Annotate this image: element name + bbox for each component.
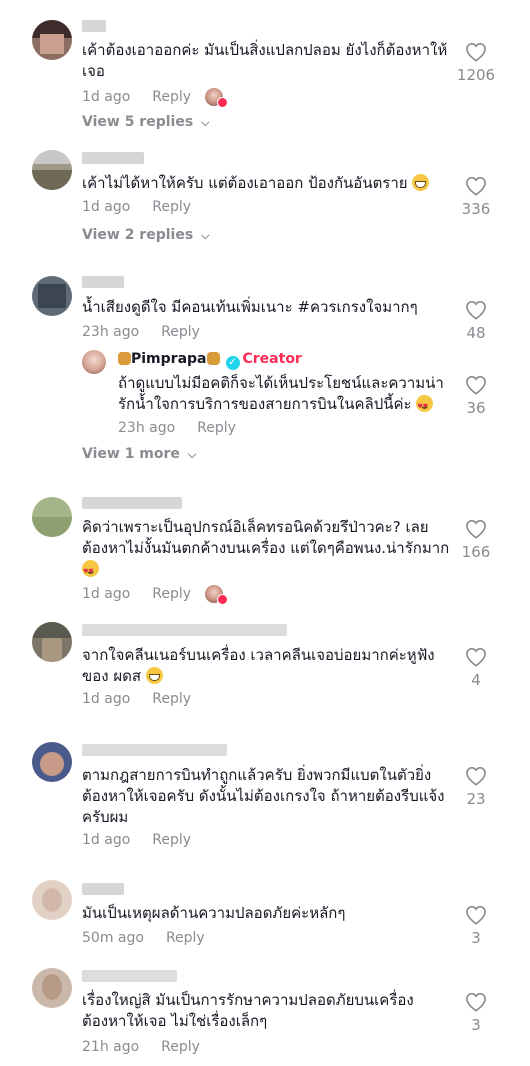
like-count: 3 [471, 929, 481, 947]
username-blurred[interactable] [82, 744, 227, 756]
like-button[interactable]: 23 [446, 766, 506, 808]
reply-button[interactable]: Reply [166, 930, 205, 946]
creator-badge: Creator [242, 351, 302, 367]
like-count: 4 [471, 671, 481, 689]
reply-button[interactable]: Reply [152, 89, 191, 105]
comment-time: 1d ago [82, 691, 131, 707]
heart-outline-icon [466, 375, 486, 395]
reply-button[interactable]: Reply [152, 832, 191, 848]
comment-time: 21h ago [82, 1039, 140, 1055]
like-count: 23 [466, 790, 486, 808]
grinning-sweat-emoji [412, 174, 430, 191]
username-blurred[interactable] [82, 970, 177, 982]
avatar[interactable] [32, 742, 72, 782]
view-more-button[interactable]: View 1 more ⌵ [82, 446, 196, 462]
comment-time: 1d ago [82, 586, 131, 602]
avatar[interactable] [32, 968, 72, 1008]
like-count: 166 [461, 543, 491, 561]
like-button[interactable]: 4 [446, 647, 506, 689]
comment-text: เค้าไม่ได้หาให้ครับ แต่ต้องเอาออก ป้องกั… [82, 173, 457, 194]
comment-text: เรื่องใหญ่สิ มันเป็นการรักษาความปลอดภัยบ… [82, 991, 414, 1030]
creator-liked-icon [205, 88, 229, 108]
heart-outline-icon [466, 42, 486, 62]
comment-time: 1d ago [82, 199, 131, 215]
username-blurred[interactable] [82, 624, 287, 636]
avatar[interactable] [32, 276, 72, 316]
comment-meta: 1d ago Reply [82, 199, 191, 215]
comment-text: ตามกฎสายการบินทำถูกแล้วครับ ยิ่งพวกมีแบต… [82, 766, 445, 826]
comment-text: จากใจคลีนเนอร์บนเครื่อง เวลาคลีนเจอบ่อยม… [82, 646, 435, 685]
username-blurred[interactable] [82, 20, 106, 32]
avatar[interactable] [32, 20, 72, 60]
comment-text: เค้าต้องเอาออกค่ะ มันเป็นสิ่งแปลกปลอม ยั… [82, 41, 448, 80]
like-count: 36 [466, 399, 486, 417]
avatar[interactable] [32, 622, 72, 662]
creator-header: Pimprapa ✓ Creator [118, 351, 302, 370]
reply-button[interactable]: Reply [161, 324, 200, 340]
heart-outline-icon [466, 905, 486, 925]
bear-emoji-icon [206, 352, 220, 365]
like-count: 1206 [456, 66, 496, 84]
like-button[interactable]: 336 [446, 176, 506, 218]
comment-time: 1d ago [82, 832, 131, 848]
view-replies-button[interactable]: View 5 replies ⌵ [82, 114, 210, 130]
like-button[interactable]: 3 [446, 992, 506, 1034]
comment-text: คิดว่าเพราะเป็นอุปกรณ์อิเล็คทรอนิคด้วยรึ… [82, 517, 457, 582]
comment-meta: 1d ago Reply [82, 691, 191, 707]
creator-liked-icon [205, 585, 229, 605]
username-blurred[interactable] [82, 276, 124, 288]
chevron-down-icon: ⌵ [201, 229, 210, 242]
like-count: 3 [471, 1016, 481, 1034]
comment-time: 50m ago [82, 930, 144, 946]
like-count: 48 [466, 324, 486, 342]
avatar[interactable] [32, 497, 72, 537]
reply-button[interactable]: Reply [197, 420, 236, 436]
heart-outline-icon [466, 176, 486, 196]
verified-badge-icon: ✓ [225, 356, 240, 370]
like-button[interactable]: 166 [446, 519, 506, 561]
comment-time: 1d ago [82, 89, 131, 105]
heart-outline-icon [466, 647, 486, 667]
like-button[interactable]: 36 [446, 375, 506, 417]
reply-button[interactable]: Reply [161, 1039, 200, 1055]
creator-avatar[interactable] [82, 350, 106, 374]
bear-emoji-icon [118, 352, 131, 365]
comment-meta: 23h ago Reply [82, 324, 200, 340]
chevron-down-icon: ⌵ [187, 448, 197, 461]
creator-name[interactable]: Pimprapa [131, 351, 207, 367]
comment-meta: 1d ago Reply [82, 88, 229, 108]
comment-meta: 1d ago Reply [82, 832, 191, 848]
like-button[interactable]: 1206 [446, 42, 506, 84]
avatar[interactable] [32, 880, 72, 920]
heart-outline-icon [466, 766, 486, 786]
view-replies-button[interactable]: View 2 replies ⌵ [82, 227, 210, 243]
heart-outline-icon [466, 300, 486, 320]
like-button[interactable]: 48 [446, 300, 506, 342]
reply-button[interactable]: Reply [152, 586, 191, 602]
avatar[interactable] [32, 150, 72, 190]
smiling-hearts-emoji [82, 560, 99, 582]
like-count: 336 [461, 200, 491, 218]
reply-button[interactable]: Reply [152, 691, 191, 707]
comment-time: 23h ago [82, 324, 140, 340]
heart-outline-icon [466, 519, 486, 539]
grinning-sweat-emoji [145, 667, 163, 684]
smiling-hearts-emoji [416, 395, 434, 417]
reply-button[interactable]: Reply [152, 199, 191, 215]
username-blurred[interactable] [82, 883, 124, 895]
chevron-down-icon: ⌵ [201, 116, 210, 129]
comment-meta: 50m ago Reply [82, 930, 205, 946]
username-blurred[interactable] [82, 497, 182, 509]
comment-meta: 1d ago Reply [82, 585, 229, 605]
comment-text: น้ำเสียงดูดีใจ มีคอนเท้นเพิ่มเนาะ #ควรเก… [82, 298, 418, 316]
comment-time: 23h ago [118, 420, 176, 436]
heart-outline-icon [466, 992, 486, 1012]
username-blurred[interactable] [82, 152, 144, 164]
comment-meta: 21h ago Reply [82, 1039, 200, 1055]
comment-text: มันเป็นเหตุผลด้านความปลอดภัยค่ะหลักๆ [82, 904, 346, 922]
like-button[interactable]: 3 [446, 905, 506, 947]
creator-reply-text: ถ้าดูแบบไม่มีอคติก็จะได้เห็นประโยชน์และค… [118, 373, 448, 417]
creator-reply-meta: 23h ago Reply [118, 420, 236, 436]
